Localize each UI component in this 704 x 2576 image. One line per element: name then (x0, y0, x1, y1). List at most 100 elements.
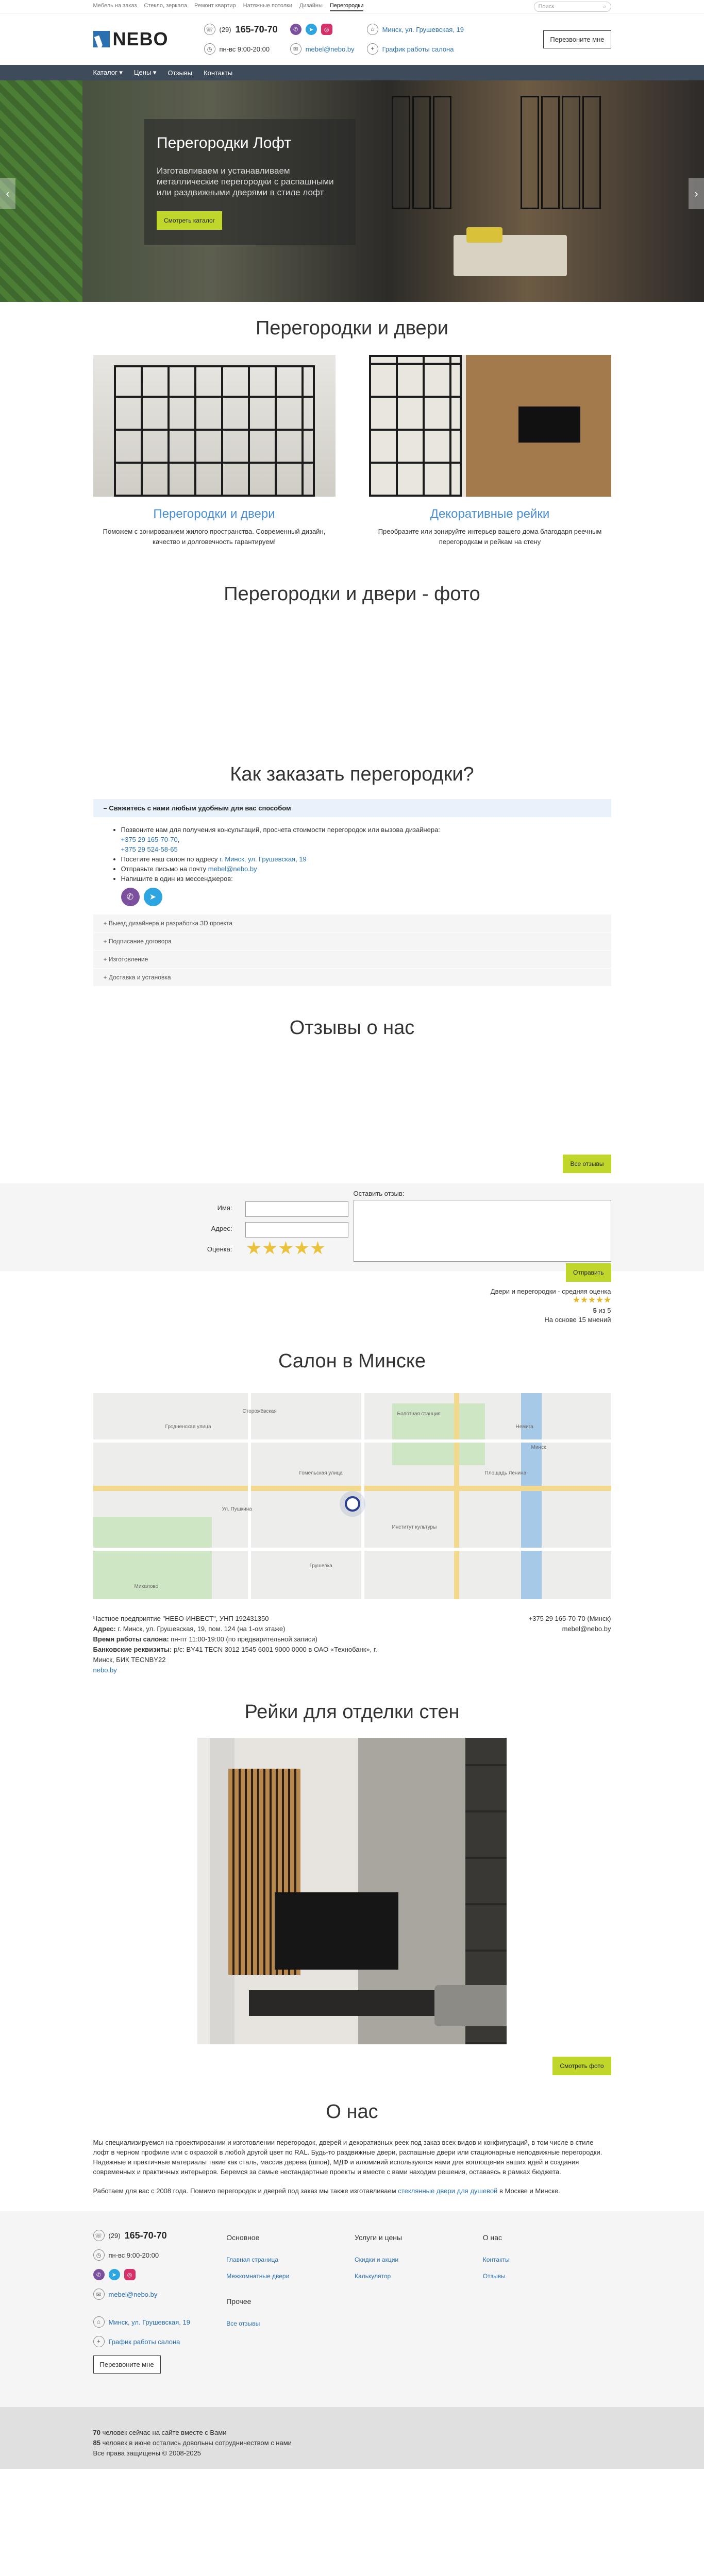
contact-call-text: Позвоните нам для получения консультаций… (121, 826, 440, 834)
order-section: Как заказать перегородки? (93, 764, 611, 786)
telegram-icon[interactable]: ➤ (143, 888, 162, 906)
contact-visit-link[interactable]: г. Минск, ул. Грушевская, 19 (220, 855, 307, 863)
name-field[interactable] (245, 1201, 348, 1217)
footer-schedule-link[interactable]: График работы салона (109, 2338, 180, 2346)
salon-map[interactable]: Гродненская улица Сторожёвская Болотная … (93, 1393, 611, 1599)
accordion-production[interactable]: + Изготовление (93, 950, 611, 968)
schedule-icon: + (366, 43, 378, 55)
accordion-designer-title: Выезд дизайнера и разработка 3D проекта (108, 920, 233, 927)
footer-phone[interactable]: 165-70-70 (125, 2230, 167, 2241)
rating-stars[interactable] (247, 1241, 325, 1256)
viber-icon[interactable]: ✆ (121, 888, 140, 906)
menu-item-contacts[interactable]: Контакты (204, 69, 232, 77)
menu-item-catalog[interactable]: Каталог ▾ (93, 69, 123, 77)
instagram-icon[interactable]: ◎ (124, 2269, 136, 2280)
top-nav-item-furniture[interactable]: Мебель на заказ (93, 3, 137, 11)
footer-link-doors[interactable]: Межкомнатные двери (226, 2268, 355, 2284)
submit-review-button[interactable]: Отправить (565, 1263, 611, 1282)
schedule-link[interactable]: График работы салона (382, 45, 454, 53)
header-phone[interactable]: 165-70-70 (236, 24, 278, 35)
footer-col-main-title: Основное (226, 2233, 260, 2242)
map-label: Ул. Пушкина (222, 1506, 252, 1512)
top-nav-item-ceilings[interactable]: Натяжные потолки (243, 3, 292, 11)
search-icon[interactable]: ⌕ (603, 4, 606, 10)
visitors-online-count: 70 (93, 2429, 100, 2436)
star-icon[interactable] (247, 1241, 261, 1255)
about-paragraph-2: Работаем для вас с 2008 года. Помимо пер… (93, 2186, 611, 2196)
card-partitions[interactable]: Перегородки и двери Поможем с зонировани… (93, 355, 336, 547)
clock-icon: ◷ (93, 2249, 105, 2261)
name-label: Имя: (217, 1204, 232, 1212)
footer-link-all-reviews[interactable]: Все отзывы (226, 2315, 355, 2332)
contacts-phone[interactable]: +375 29 165-70-70 (529, 1615, 585, 1622)
footer-link-discounts[interactable]: Скидки и акции (355, 2251, 483, 2268)
review-text-field[interactable] (353, 1200, 611, 1262)
review-form: Оставить отзыв: Имя: Адрес: Оценка: (0, 1183, 704, 1271)
top-nav-item-designs[interactable]: Дизайны (299, 3, 323, 11)
map-label: Сторожёвская (242, 1409, 277, 1414)
card-rails[interactable]: Декоративные рейки Преобразите или зонир… (368, 355, 611, 547)
accordion-designer[interactable]: + Выезд дизайнера и разработка 3D проект… (93, 914, 611, 932)
menu-item-prices[interactable]: Цены ▾ (134, 69, 157, 77)
footer-link-home[interactable]: Главная страница (226, 2251, 355, 2268)
header-address-link[interactable]: Минск, ул. Грушевская, 19 (382, 26, 464, 33)
accordion-contact-header[interactable]: – Свяжитесь с нами любым удобным для вас… (93, 799, 611, 817)
star-icon[interactable] (295, 1241, 309, 1255)
contact-phone-1[interactable]: +375 29 165-70-70 (121, 836, 178, 843)
search-placeholder: Поиск (538, 4, 554, 10)
location-icon: ⌂ (93, 2316, 105, 2328)
slider-next-icon[interactable]: › (689, 178, 704, 209)
footer-address[interactable]: Минск, ул. Грушевская, 19 (109, 2318, 190, 2326)
contact-visit-text: Посетите наш салон по адресу (121, 855, 218, 863)
contact-phone-2[interactable]: +375 29 524-58-65 (121, 845, 178, 853)
contacts-email[interactable]: mebel@nebo.by (529, 1624, 611, 1634)
accordion-contract[interactable]: + Подписание договора (93, 932, 611, 950)
contact-mail-text: Отправьте письмо на почту (121, 865, 207, 873)
site-link[interactable]: nebo.by (93, 1666, 117, 1674)
map-label: Немига (515, 1424, 533, 1430)
menu-item-prices-label: Цены (133, 69, 152, 76)
address-label: Адрес: (211, 1225, 232, 1232)
top-nav-item-glass[interactable]: Стекло, зеркала (144, 3, 187, 11)
telegram-icon[interactable]: ➤ (305, 24, 317, 35)
shower-doors-link[interactable]: стеклянные двери для душевой (398, 2187, 497, 2195)
footer-link-contacts[interactable]: Контакты (483, 2251, 611, 2268)
address-field[interactable] (245, 1222, 348, 1238)
telegram-icon[interactable]: ➤ (108, 2269, 120, 2280)
top-nav-item-partitions[interactable]: Перегородки (329, 3, 364, 11)
star-icon[interactable] (263, 1241, 277, 1255)
hero-title: Перегородки Лофт (157, 134, 292, 151)
search-input[interactable]: Поиск ⌕ (533, 2, 611, 12)
accordion-delivery[interactable]: + Доставка и установка (93, 968, 611, 986)
card-partitions-title[interactable]: Перегородки и двери (93, 507, 336, 521)
footer-link-reviews[interactable]: Отзывы (483, 2268, 611, 2284)
card-rails-text: Преобразите или зонируйте интерьер вашег… (378, 528, 602, 546)
hero-catalog-button[interactable]: Смотреть каталог (157, 211, 222, 230)
logo[interactable]: NEBO (93, 28, 204, 50)
footer-link-calculator[interactable]: Калькулятор (355, 2268, 483, 2284)
footer-call-me-button[interactable]: Перезвоните мне (93, 2355, 161, 2374)
header-email[interactable]: mebel@nebo.by (306, 45, 355, 53)
footer-email[interactable]: mebel@nebo.by (109, 2291, 158, 2298)
call-me-button[interactable]: Перезвоните мне (543, 30, 611, 48)
viber-icon[interactable]: ✆ (93, 2269, 105, 2280)
menu-item-reviews[interactable]: Отзывы (167, 69, 192, 77)
card-rails-title[interactable]: Декоративные рейки (369, 507, 611, 521)
slider-prev-icon[interactable]: ‹ (0, 178, 15, 209)
view-photos-button[interactable]: Смотреть фото (552, 2057, 611, 2075)
contact-mail-link[interactable]: mebel@nebo.by (208, 865, 257, 873)
contacts-address: г. Минск, ул. Грушевская, 19, пом. 124 (… (118, 1625, 286, 1633)
all-reviews-button[interactable]: Все отзывы (563, 1155, 611, 1173)
instagram-icon[interactable]: ◎ (321, 24, 332, 35)
footer-phone-code: (29) (108, 2231, 121, 2240)
map-road (247, 1393, 251, 1599)
about-p2-suffix: в Москве и Минске. (499, 2187, 560, 2195)
map-pin-icon[interactable] (344, 1496, 360, 1512)
star-icon[interactable] (279, 1241, 293, 1255)
site-header: NEBO ☏ (29) 165-70-70 ◷ пн-вс 9:00-20:00… (0, 13, 704, 65)
star-icon[interactable] (311, 1241, 325, 1255)
star-icon (596, 1296, 604, 1303)
contacts-bank-row: Банковские реквизиты: р/с: BY41 TECN 301… (93, 1645, 382, 1665)
viber-icon[interactable]: ✆ (290, 24, 301, 35)
top-nav-item-repair[interactable]: Ремонт квартир (194, 3, 236, 11)
